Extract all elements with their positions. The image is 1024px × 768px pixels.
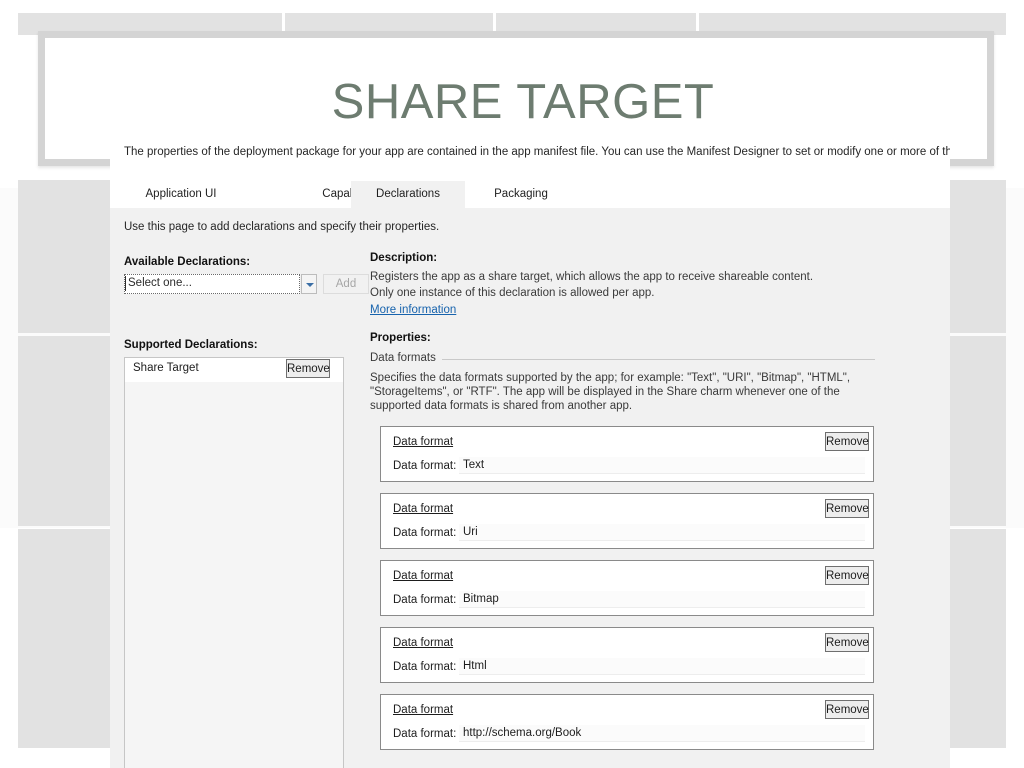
data-formats-section-label: Data formats bbox=[370, 352, 442, 364]
data-format-link[interactable]: Data format bbox=[393, 704, 453, 716]
data-format-field-label: Data format: bbox=[393, 460, 457, 472]
data-format-box: Data format Remove Data format: Html bbox=[380, 627, 874, 683]
data-formats-section-header: Data formats bbox=[370, 352, 875, 366]
data-format-box: Data format Remove Data format: Text bbox=[380, 426, 874, 482]
remove-data-format-button[interactable]: Remove bbox=[825, 566, 869, 585]
slide-canvas: SHARE TARGET The properties of the deplo… bbox=[0, 0, 1024, 768]
available-declarations-label: Available Declarations: bbox=[124, 256, 251, 268]
declaration-name: Share Target bbox=[133, 362, 199, 374]
list-item[interactable]: Share Target Remove bbox=[125, 358, 343, 382]
remove-data-format-button[interactable]: Remove bbox=[825, 633, 869, 652]
description-label: Description: bbox=[370, 252, 438, 264]
data-format-input[interactable]: Html bbox=[459, 658, 865, 675]
data-format-input[interactable]: Bitmap bbox=[459, 591, 865, 608]
data-format-field-label: Data format: bbox=[393, 661, 457, 673]
data-format-input[interactable]: http://schema.org/Book bbox=[459, 725, 865, 742]
data-format-link[interactable]: Data format bbox=[393, 503, 453, 515]
combobox-value: Select one... bbox=[128, 277, 192, 289]
tab-bar: Application UI Capabilities Declarations… bbox=[110, 181, 950, 208]
section-divider bbox=[442, 359, 875, 360]
data-formats-list: Data format Remove Data format: Text Data fo… bbox=[380, 426, 874, 761]
tab-packaging[interactable]: Packaging bbox=[465, 181, 577, 208]
remove-declaration-button[interactable]: Remove bbox=[286, 359, 330, 378]
data-format-field-label: Data format: bbox=[393, 728, 457, 740]
text-caret bbox=[125, 276, 126, 291]
data-format-value: Bitmap bbox=[463, 593, 499, 605]
data-format-input[interactable]: Uri bbox=[459, 524, 865, 541]
data-format-box: Data format Remove Data format: Uri bbox=[380, 493, 874, 549]
data-format-box: Data format Remove Data format: http://sche… bbox=[380, 694, 874, 750]
supported-declarations-label: Supported Declarations: bbox=[124, 339, 258, 351]
supported-declarations-list[interactable]: Share Target Remove bbox=[124, 357, 344, 768]
description-line-1: Registers the app as a share target, whi… bbox=[370, 271, 814, 283]
data-formats-description: Specifies the data formats supported by … bbox=[370, 372, 851, 412]
page-title: SHARE TARGET bbox=[331, 75, 715, 129]
intro-paragraph: The properties of the deployment package… bbox=[124, 146, 950, 158]
tab-application-ui[interactable]: Application UI bbox=[118, 181, 244, 208]
data-format-box: Data format Remove Data format: Bitmap bbox=[380, 560, 874, 616]
pane-hint-text: Use this page to add declarations and sp… bbox=[124, 221, 440, 233]
data-format-value: Text bbox=[463, 459, 485, 471]
data-format-value: http://schema.org/Book bbox=[463, 727, 582, 739]
more-information-link[interactable]: More information bbox=[370, 304, 456, 316]
data-format-value: Html bbox=[463, 660, 487, 672]
remove-data-format-button[interactable]: Remove bbox=[825, 700, 869, 719]
properties-label: Properties: bbox=[370, 332, 431, 344]
description-line-2: Only one instance of this declaration is… bbox=[370, 287, 655, 299]
data-format-input[interactable]: Text bbox=[459, 457, 865, 474]
manifest-designer-screenshot: The properties of the deployment package… bbox=[110, 137, 950, 768]
declarations-pane: Use this page to add declarations and sp… bbox=[110, 208, 950, 768]
chevron-down-icon[interactable] bbox=[301, 274, 317, 294]
available-declarations-combobox[interactable]: Select one... bbox=[124, 274, 300, 294]
data-format-value: Uri bbox=[463, 526, 478, 538]
remove-data-format-button[interactable]: Remove bbox=[825, 499, 869, 518]
data-format-link[interactable]: Data format bbox=[393, 436, 453, 448]
data-format-field-label: Data format: bbox=[393, 594, 457, 606]
tab-declarations[interactable]: Declarations bbox=[351, 181, 465, 208]
add-declaration-button[interactable]: Add bbox=[323, 274, 369, 294]
remove-data-format-button[interactable]: Remove bbox=[825, 432, 869, 451]
data-format-field-label: Data format: bbox=[393, 527, 457, 539]
data-format-link[interactable]: Data format bbox=[393, 637, 453, 649]
data-format-link[interactable]: Data format bbox=[393, 570, 453, 582]
available-declarations-row: Select one... Add bbox=[124, 274, 369, 294]
